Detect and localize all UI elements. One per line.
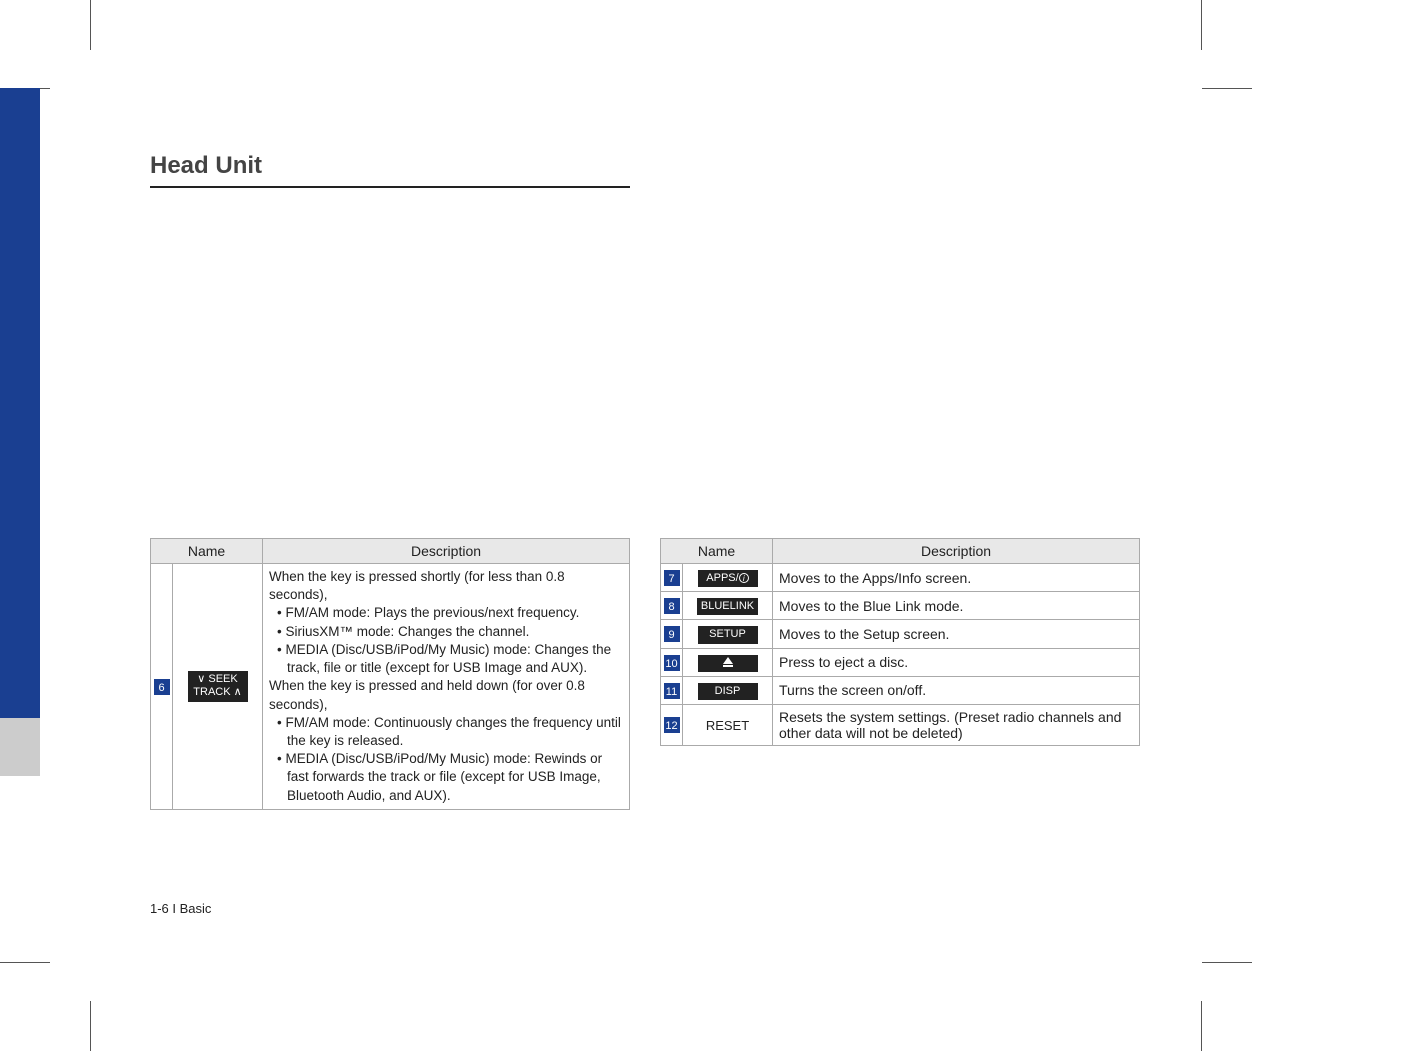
col-header-desc: Description bbox=[773, 539, 1140, 564]
setup-button-label: SETUP bbox=[698, 626, 758, 643]
description-block: When the key is pressed shortly (for les… bbox=[269, 568, 623, 805]
table-left: Name Description 6 ∨ SEEK TRACK ∧ bbox=[150, 538, 630, 810]
description-cell: Moves to the Setup screen. bbox=[773, 620, 1140, 648]
page-footer: 1-6 I Basic bbox=[150, 901, 211, 916]
desc-bullet: SiriusXM™ mode: Changes the channel. bbox=[269, 623, 623, 641]
row-number-badge: 8 bbox=[664, 598, 680, 614]
track-label-line: TRACK ∧ bbox=[192, 686, 244, 699]
description-cell: Resets the system settings. (Preset radi… bbox=[773, 704, 1140, 745]
description-cell: Moves to the Apps/Info screen. bbox=[773, 564, 1140, 592]
seek-track-button-label: ∨ SEEK TRACK ∧ bbox=[188, 671, 248, 701]
section-title: Head Unit bbox=[150, 152, 630, 188]
table-row: 12 RESET Resets the system settings. (Pres… bbox=[661, 704, 1140, 745]
row-number-badge: 9 bbox=[664, 626, 680, 642]
row-number-badge: 6 bbox=[154, 679, 170, 695]
col-header-name: Name bbox=[151, 539, 263, 564]
desc-text: When the key is pressed and held down (f… bbox=[269, 677, 623, 713]
eject-icon bbox=[723, 657, 733, 664]
table-row: 10 Press to eject a disc. bbox=[661, 648, 1140, 676]
reset-label: RESET bbox=[706, 718, 749, 733]
row-number-badge: 11 bbox=[664, 683, 680, 699]
desc-bullet: FM/AM mode: Continuously changes the fre… bbox=[269, 714, 623, 750]
desc-text: When the key is pressed shortly (for les… bbox=[269, 568, 623, 604]
row-number-badge: 10 bbox=[664, 655, 680, 671]
table-row: 7 APPS/i Moves to the Apps/Info screen. bbox=[661, 564, 1140, 592]
description-cell: Moves to the Blue Link mode. bbox=[773, 592, 1140, 620]
col-header-name: Name bbox=[661, 539, 773, 564]
col-header-desc: Description bbox=[263, 539, 630, 564]
eject-button-label bbox=[698, 655, 758, 672]
row-number-badge: 7 bbox=[664, 570, 680, 586]
apps-info-button-label: APPS/i bbox=[698, 570, 758, 587]
table-row: 6 ∨ SEEK TRACK ∧ When the key is pressed… bbox=[151, 564, 630, 810]
info-icon: i bbox=[739, 573, 749, 583]
desc-bullet: MEDIA (Disc/USB/iPod/My Music) mode: Cha… bbox=[269, 641, 623, 677]
description-cell: Press to eject a disc. bbox=[773, 648, 1140, 676]
desc-bullet: MEDIA (Disc/USB/iPod/My Music) mode: Rew… bbox=[269, 750, 623, 805]
disp-button-label: DISP bbox=[698, 683, 758, 700]
row-number-badge: 12 bbox=[664, 717, 680, 733]
table-row: 9 SETUP Moves to the Setup screen. bbox=[661, 620, 1140, 648]
desc-bullet: FM/AM mode: Plays the previous/next freq… bbox=[269, 604, 623, 622]
table-right: Name Description 7 APPS/i Moves to the App… bbox=[660, 538, 1140, 746]
description-cell: Turns the screen on/off. bbox=[773, 676, 1140, 704]
table-row: 8 BLUELINK Moves to the Blue Link mode. bbox=[661, 592, 1140, 620]
seek-label-line: ∨ SEEK bbox=[192, 673, 244, 686]
table-row: 11 DISP Turns the screen on/off. bbox=[661, 676, 1140, 704]
bluelink-button-label: BLUELINK bbox=[697, 598, 758, 615]
